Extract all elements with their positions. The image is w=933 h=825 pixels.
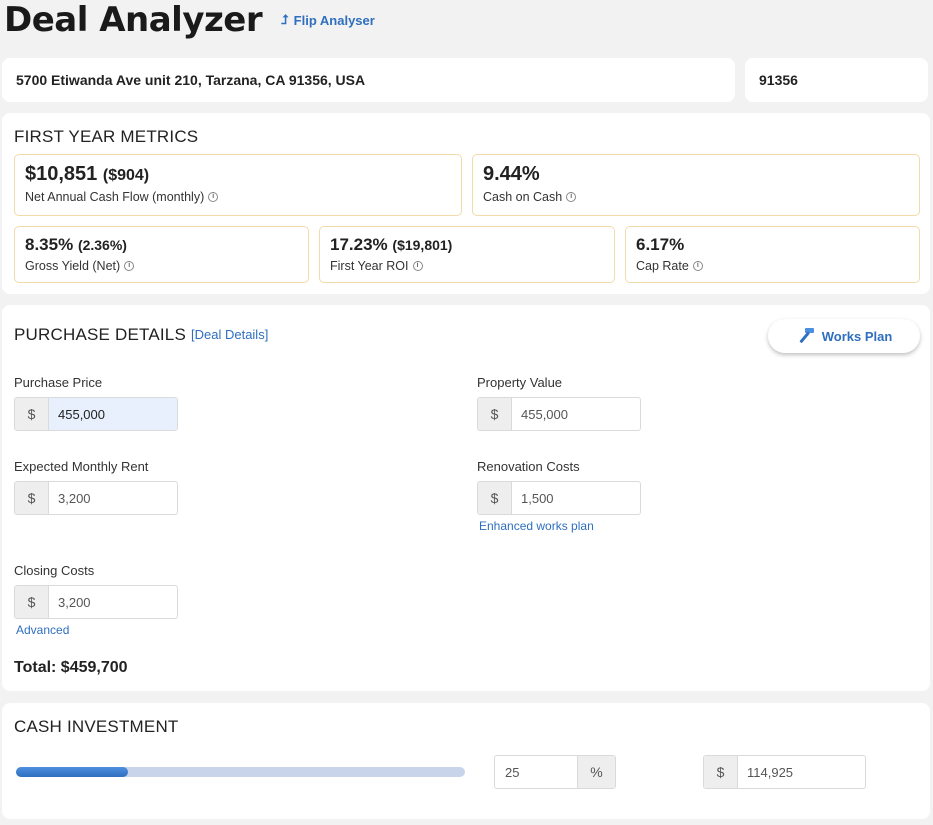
- page-title: Deal Analyzer: [4, 0, 263, 40]
- flip-analyser-link[interactable]: ⮥ Flip Analyser: [281, 12, 375, 28]
- metrics-section-title: FIRST YEAR METRICS: [14, 127, 199, 146]
- metric-first-year-roi: 17.23% ($19,801) First Year ROI i: [319, 226, 615, 283]
- zip-field[interactable]: 91356: [745, 58, 928, 102]
- info-icon[interactable]: i: [208, 192, 219, 202]
- metric-gross-yield-label: Gross Yield (Net): [25, 259, 121, 273]
- closing-costs-input[interactable]: $ 3,200: [14, 585, 178, 619]
- metric-roi-value: 17.23% ($19,801): [330, 235, 453, 254]
- dollar-icon: $: [478, 482, 512, 514]
- metric-cash-on-cash-value: 9.44%: [483, 163, 540, 185]
- monthly-rent-label: Expected Monthly Rent: [14, 459, 149, 474]
- deal-details-link[interactable]: [Deal Details]: [191, 327, 268, 342]
- metric-roi-label: First Year ROI: [330, 259, 409, 273]
- property-value-input[interactable]: $ 455,000: [477, 397, 641, 431]
- info-icon[interactable]: i: [566, 192, 577, 202]
- address-field[interactable]: 5700 Etiwanda Ave unit 210, Tarzana, CA …: [2, 58, 735, 102]
- metric-cap-rate-value: 6.17%: [636, 235, 685, 254]
- purchase-total: Total: $459,700: [14, 659, 128, 676]
- purchase-price-value[interactable]: 455,000: [49, 398, 177, 430]
- renovation-costs-input[interactable]: $ 1,500: [477, 481, 641, 515]
- purchase-price-label: Purchase Price: [14, 375, 103, 390]
- percent-icon: %: [577, 756, 615, 788]
- dollar-icon: $: [15, 586, 49, 618]
- dollar-icon: $: [15, 398, 49, 430]
- metric-cash-on-cash: 9.44% Cash on Cash i: [472, 154, 920, 216]
- renovation-costs-value[interactable]: 1,500: [512, 482, 640, 514]
- renovation-costs-label: Renovation Costs: [477, 459, 580, 474]
- down-payment-amount-value[interactable]: 114,925: [738, 756, 865, 788]
- dollar-icon: $: [478, 398, 512, 430]
- advanced-link[interactable]: Advanced: [16, 623, 69, 637]
- works-plan-button[interactable]: Works Plan: [768, 319, 920, 353]
- metric-cash-on-cash-label: Cash on Cash: [483, 190, 563, 204]
- metric-cash-flow: $10,851 ($904) Net Annual Cash Flow (mon…: [14, 154, 462, 216]
- property-value-label: Property Value: [477, 375, 563, 390]
- closing-costs-label: Closing Costs: [14, 563, 95, 578]
- info-icon[interactable]: i: [412, 261, 423, 271]
- metric-gross-yield-value: 8.35% (2.36%): [25, 235, 127, 254]
- info-icon[interactable]: i: [692, 261, 703, 271]
- dollar-icon: $: [15, 482, 49, 514]
- closing-costs-value[interactable]: 3,200: [49, 586, 177, 618]
- flip-analyser-label: Flip Analyser: [293, 12, 375, 28]
- info-icon[interactable]: i: [124, 261, 135, 271]
- down-payment-percent-input[interactable]: 25 %: [494, 755, 616, 789]
- down-payment-percent-value[interactable]: 25: [495, 756, 577, 788]
- works-plan-label: Works Plan: [821, 328, 893, 344]
- metric-cash-flow-value: $10,851 ($904): [25, 163, 150, 185]
- metric-cap-rate-label: Cap Rate: [636, 259, 689, 273]
- metric-gross-yield: 8.35% (2.36%) Gross Yield (Net) i: [14, 226, 309, 283]
- dollar-icon: $: [704, 756, 738, 788]
- monthly-rent-input[interactable]: $ 3,200: [14, 481, 178, 515]
- purchase-section-title: PURCHASE DETAILS: [14, 325, 186, 344]
- property-value-value[interactable]: 455,000: [512, 398, 640, 430]
- metric-cash-flow-label: Net Annual Cash Flow (monthly): [25, 190, 205, 204]
- arrow-up-icon: ⮥: [281, 12, 289, 27]
- monthly-rent-value[interactable]: 3,200: [49, 482, 177, 514]
- cash-investment-title: CASH INVESTMENT: [14, 717, 179, 736]
- enhanced-works-plan-link[interactable]: Enhanced works plan: [479, 519, 594, 533]
- hammer-icon: [799, 328, 814, 343]
- purchase-price-input[interactable]: $ 455,000: [14, 397, 178, 431]
- down-payment-slider-fill[interactable]: [16, 767, 128, 777]
- metric-cap-rate: 6.17% Cap Rate i: [625, 226, 920, 283]
- down-payment-amount-input[interactable]: $ 114,925: [703, 755, 866, 789]
